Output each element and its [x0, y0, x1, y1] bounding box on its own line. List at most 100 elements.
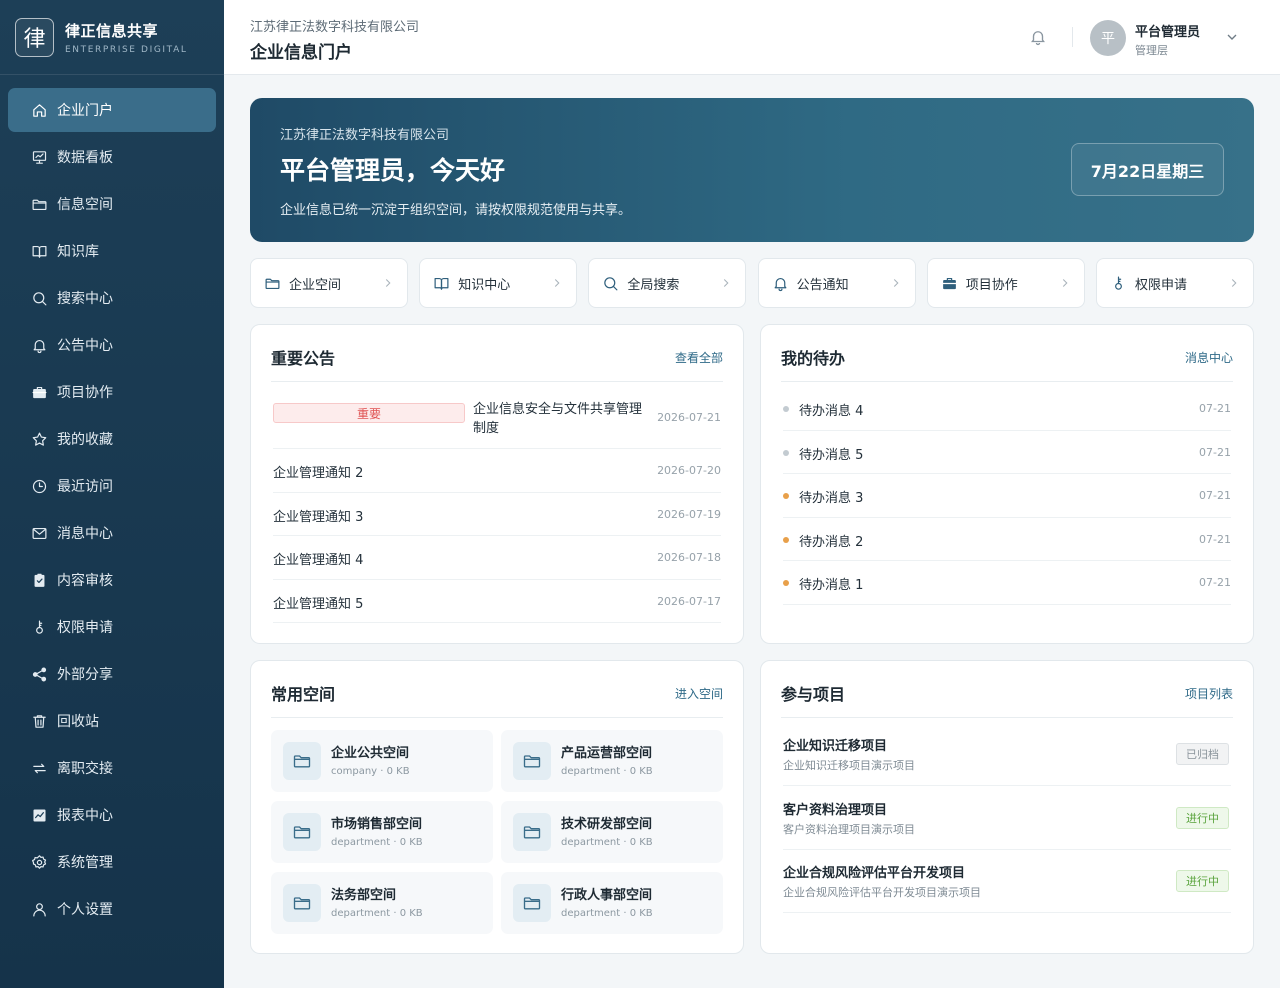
user-role: 管理层	[1135, 44, 1168, 57]
status-badge: 进行中	[1176, 870, 1229, 892]
quick-link-book[interactable]: 知识中心	[419, 258, 578, 308]
space-meta: department · 0 KB	[331, 908, 423, 919]
brand[interactable]: 律 律正信息共享 ENTERPRISE DIGITAL	[0, 0, 224, 75]
avatar[interactable]: 平	[1090, 20, 1126, 56]
announcement-row[interactable]: 企业管理通知 3 2026-07-19	[273, 493, 721, 536]
quick-link-label: 知识中心	[458, 277, 511, 293]
todo-row[interactable]: 待办消息 1 07-21	[783, 561, 1231, 605]
sidebar-item-user[interactable]: 个人设置	[8, 887, 216, 931]
status-badge: 已归档	[1176, 743, 1229, 765]
message-center-link[interactable]: 消息中心	[1185, 349, 1233, 366]
project-name: 企业合规风险评估平台开发项目	[783, 866, 966, 881]
card-divider	[781, 717, 1233, 718]
announcement-date: 2026-07-18	[657, 551, 721, 564]
enter-space-link[interactable]: 进入空间	[675, 685, 723, 702]
todo-title: 待办消息 4	[799, 404, 864, 419]
quick-link-key[interactable]: 权限申请	[1096, 258, 1254, 308]
book-icon	[433, 275, 450, 292]
project-row[interactable]: 客户资料治理项目 客户资料治理项目演示项目 进行中	[783, 795, 1231, 850]
date-badge: 7月22日星期三	[1071, 143, 1224, 196]
sidebar-item-book[interactable]: 知识库	[8, 229, 216, 273]
sidebar-item-briefcase[interactable]: 项目协作	[8, 370, 216, 414]
folder-icon	[283, 884, 321, 922]
sidebar-item-label: 搜索中心	[57, 291, 113, 307]
project-name: 企业知识迁移项目	[783, 739, 888, 754]
brand-logo: 律	[15, 17, 54, 57]
quick-link-folder[interactable]: 企业空间	[250, 258, 408, 308]
sidebar-item-share[interactable]: 外部分享	[8, 652, 216, 696]
space-meta: department · 0 KB	[331, 837, 423, 848]
header-divider	[1072, 27, 1073, 47]
status-dot	[783, 580, 789, 586]
announcement-row[interactable]: 企业管理通知 5 2026-07-17	[273, 580, 721, 623]
sidebar-item-mail[interactable]: 消息中心	[8, 511, 216, 555]
space-tile[interactable]: 产品运营部空间 department · 0 KB	[501, 730, 723, 792]
todos-card: 我的待办 消息中心 待办消息 4 07-21 待办消息 5 07-21 待办消息 3 07…	[760, 324, 1254, 644]
space-tile[interactable]: 市场销售部空间 department · 0 KB	[271, 801, 493, 863]
sidebar-item-label: 离职交接	[57, 761, 113, 777]
chevron-right-icon	[719, 276, 733, 290]
announcement-row[interactable]: 企业管理通知 2 2026-07-20	[273, 449, 721, 493]
quick-link-briefcase[interactable]: 项目协作	[926, 258, 1085, 308]
sidebar-item-label: 数据看板	[57, 150, 113, 166]
todo-row[interactable]: 待办消息 2 07-21	[783, 518, 1231, 561]
space-tile[interactable]: 法务部空间 department · 0 KB	[271, 872, 493, 934]
sidebar-item-key[interactable]: 权限申请	[8, 605, 216, 649]
todo-row[interactable]: 待办消息 5 07-21	[783, 431, 1231, 474]
sidebar-item-gear[interactable]: 系统管理	[8, 840, 216, 884]
chevron-down-icon[interactable]	[1224, 29, 1240, 45]
sidebar-item-label: 系统管理	[57, 855, 113, 871]
project-row[interactable]: 企业合规风险评估平台开发项目 企业合规风险评估平台开发项目演示项目 进行中	[783, 858, 1231, 913]
space-tile[interactable]: 行政人事部空间 department · 0 KB	[501, 872, 723, 934]
sidebar-item-bell[interactable]: 公告中心	[8, 323, 216, 367]
status-dot	[783, 406, 789, 412]
todo-title: 待办消息 5	[799, 447, 864, 463]
clipboard-check-icon	[30, 571, 48, 589]
quick-link-bell[interactable]: 公告通知	[757, 258, 916, 308]
sidebar-item-search[interactable]: 搜索中心	[8, 276, 216, 320]
sidebar-item-label: 外部分享	[57, 667, 113, 683]
sidebar-item-star[interactable]: 我的收藏	[8, 417, 216, 461]
space-tile[interactable]: 企业公共空间 company · 0 KB	[271, 730, 493, 792]
sidebar-item-label: 回收站	[57, 714, 99, 730]
sidebar-item-chart[interactable]: 报表中心	[8, 793, 216, 837]
dashboard-icon	[30, 148, 48, 166]
important-badge: 重要	[273, 403, 465, 423]
quick-link-search[interactable]: 全局搜索	[588, 258, 747, 308]
sidebar-item-trash[interactable]: 回收站	[8, 699, 216, 743]
announcements-card: 重要公告 查看全部 重要 企业信息安全与文件共享管理 制度 2026-07-21…	[250, 324, 744, 644]
sidebar-nav: 企业门户数据看板信息空间知识库搜索中心公告中心 项目协作 我的收藏 最近访问消息中心内…	[0, 75, 224, 931]
todo-row[interactable]: 待办消息 4 07-21	[783, 387, 1231, 431]
quick-link-label: 企业空间	[289, 277, 342, 293]
sidebar-item-label: 企业门户	[57, 103, 113, 119]
todo-row[interactable]: 待办消息 3 07-21	[783, 474, 1231, 518]
sidebar-item-label: 知识库	[57, 244, 99, 260]
announcement-title: 企业管理通知 4	[273, 553, 364, 568]
view-all-link[interactable]: 查看全部	[675, 349, 723, 366]
project-row[interactable]: 企业知识迁移项目 企业知识迁移项目演示项目 已归档	[783, 731, 1231, 786]
sidebar-item-transfer[interactable]: 离职交接	[8, 746, 216, 790]
space-name: 行政人事部空间	[561, 888, 653, 903]
space-tile[interactable]: 技术研发部空间 department · 0 KB	[501, 801, 723, 863]
project-list-link[interactable]: 项目列表	[1185, 685, 1233, 702]
sidebar-item-clock[interactable]: 最近访问	[8, 464, 216, 508]
sidebar-item-folder[interactable]: 信息空间	[8, 182, 216, 226]
sidebar-item-dashboard[interactable]: 数据看板	[8, 135, 216, 179]
status-badge: 进行中	[1176, 806, 1229, 829]
folder-icon	[264, 275, 281, 292]
notification-bell-icon[interactable]	[1029, 28, 1047, 46]
quick-link-label: 全局搜索	[627, 277, 680, 293]
sidebar-item-clipboard-check[interactable]: 内容审核	[8, 558, 216, 602]
sidebar-item-label: 消息中心	[57, 526, 113, 542]
todo-title: 待办消息 2	[799, 534, 864, 550]
announcement-row-important[interactable]: 重要 企业信息安全与文件共享管理 制度 2026-07-21	[273, 391, 721, 449]
user-name[interactable]: 平台管理员	[1135, 21, 1200, 40]
sidebar-item-home[interactable]: 企业门户	[8, 88, 216, 132]
announcement-row[interactable]: 企业管理通知 4 2026-07-18	[273, 536, 721, 580]
briefcase-icon	[30, 383, 48, 401]
bell-icon	[772, 275, 789, 292]
chevron-right-icon	[381, 276, 395, 290]
space-meta: department · 0 KB	[561, 837, 653, 848]
folder-icon	[513, 813, 551, 851]
mail-icon	[30, 524, 48, 542]
